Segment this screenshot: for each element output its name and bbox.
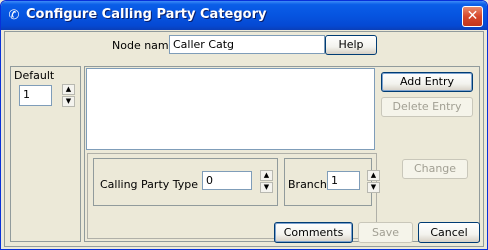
- node-name-field[interactable]: Caller Catg: [169, 35, 325, 54]
- branch-group: Branch 1 ▲ ▼: [284, 158, 380, 206]
- close-button[interactable]: ✕: [462, 6, 483, 27]
- node-name-label: Node name: [112, 39, 176, 52]
- branch-label: Branch: [288, 178, 327, 191]
- change-button[interactable]: Change: [402, 159, 468, 179]
- calling-party-type-group: Calling Party Type 0 ▲ ▼: [93, 158, 278, 206]
- spin-up-icon[interactable]: ▲: [62, 84, 75, 95]
- close-icon: ✕: [466, 8, 479, 24]
- save-button[interactable]: Save: [358, 222, 413, 243]
- branch-field[interactable]: 1: [327, 171, 360, 190]
- spin-down-icon[interactable]: ▼: [260, 182, 273, 193]
- title-bar[interactable]: ✆ Configure Calling Party Category ✕: [1, 1, 487, 30]
- default-field[interactable]: 1: [19, 85, 52, 106]
- branch-spinner[interactable]: ▲ ▼: [367, 170, 380, 194]
- default-label: Default: [14, 69, 55, 82]
- entries-panel: Add Entry Delete Entry Calling Party Typ…: [84, 66, 480, 242]
- calling-party-type-field[interactable]: 0: [202, 171, 252, 190]
- comments-button[interactable]: Comments: [274, 222, 353, 243]
- help-button[interactable]: Help: [325, 35, 377, 55]
- default-spinner[interactable]: ▲ ▼: [62, 84, 75, 108]
- calling-party-type-spinner[interactable]: ▲ ▼: [260, 170, 273, 194]
- window-title: Configure Calling Party Category: [26, 7, 267, 22]
- spin-down-icon[interactable]: ▼: [62, 96, 75, 107]
- calling-party-type-label: Calling Party Type: [100, 178, 199, 191]
- entries-list[interactable]: [86, 68, 375, 150]
- spin-down-icon[interactable]: ▼: [367, 182, 380, 193]
- add-entry-button[interactable]: Add Entry: [381, 72, 473, 92]
- default-panel: Default 1 ▲ ▼: [10, 66, 81, 242]
- main-frame: Node name Caller Catg Help Default 1 ▲ ▼…: [4, 31, 484, 247]
- spin-up-icon[interactable]: ▲: [367, 170, 380, 181]
- delete-entry-button[interactable]: Delete Entry: [381, 97, 473, 117]
- cancel-button[interactable]: Cancel: [418, 222, 480, 243]
- dialog-window: ✆ Configure Calling Party Category ✕ Nod…: [0, 0, 488, 250]
- phone-icon: ✆: [8, 8, 20, 23]
- spin-up-icon[interactable]: ▲: [260, 170, 273, 181]
